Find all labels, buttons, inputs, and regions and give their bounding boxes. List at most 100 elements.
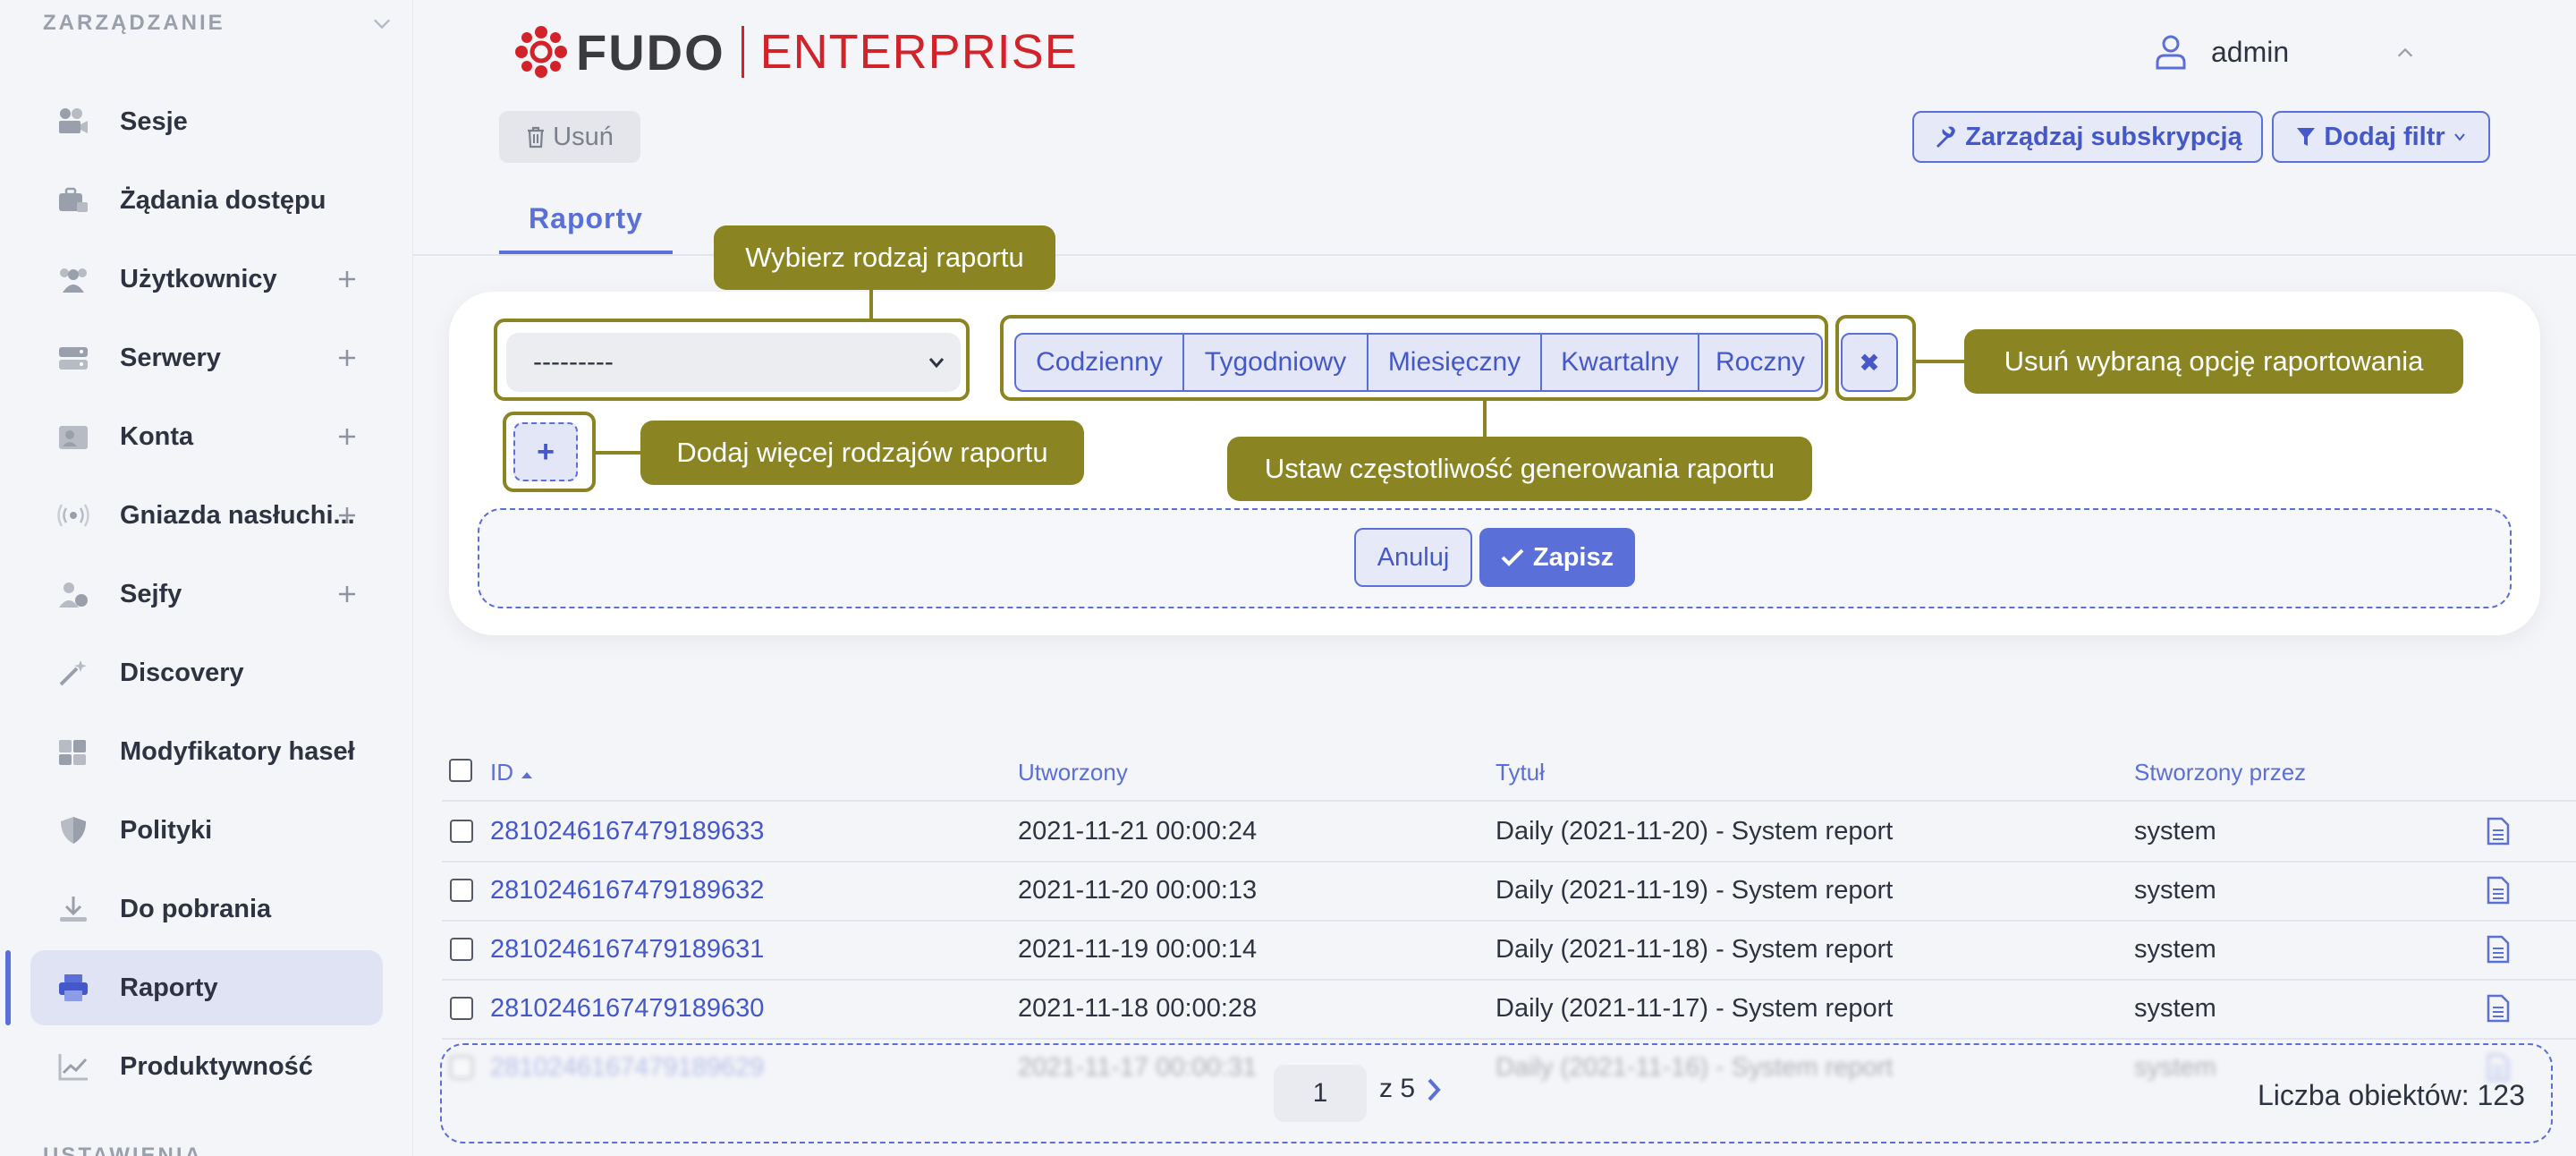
highlight-add <box>503 412 596 492</box>
row-created: 2021-11-21 00:00:24 <box>1018 817 1258 846</box>
column-header-id-label: ID <box>490 759 513 786</box>
sidebar-item-uzytkownicy[interactable]: Użytkownicy <box>30 242 383 317</box>
sidebar-item-label: Serwery <box>120 344 221 372</box>
trend-chart-icon <box>58 1054 88 1081</box>
account-card-icon <box>59 426 88 449</box>
document-icon[interactable] <box>2487 876 2510 905</box>
sidebar-item-discovery[interactable]: Discovery <box>30 635 383 710</box>
row-title: Daily (2021-11-19) - System report <box>1496 876 1894 905</box>
sidebar-item-polityki[interactable]: Polityki <box>30 793 383 868</box>
plus-icon[interactable] <box>335 345 360 370</box>
object-count: Liczba obiektów: 123 <box>2258 1079 2525 1111</box>
column-header-created[interactable]: Utworzony <box>1018 759 1128 786</box>
trash-icon <box>528 126 545 149</box>
plus-icon[interactable] <box>335 582 360 607</box>
logo-divider <box>741 26 744 78</box>
sidebar-section-title-settings[interactable]: USTAWIENIA <box>43 1143 203 1156</box>
sidebar-item-gniazda-nasluchujace[interactable]: Gniazda nasłuchi... <box>30 478 383 553</box>
sidebar-item-label: Modyfikatory haseł <box>120 737 355 766</box>
user-icon <box>2156 35 2186 70</box>
manage-subscription-button[interactable]: Zarządzaj subskrypcją <box>1912 111 2263 163</box>
column-header-title[interactable]: Tytuł <box>1496 759 1545 786</box>
sidebar-item-zadania-dostepu[interactable]: Żądania dostępu <box>30 163 383 238</box>
document-icon[interactable] <box>2487 817 2510 846</box>
sidebar-item-label: Discovery <box>120 659 244 687</box>
sidebar-section-header[interactable]: ZARZĄDZANIE <box>43 11 392 36</box>
user-menu[interactable]: admin <box>2154 34 2413 70</box>
row-checkbox[interactable] <box>450 997 473 1020</box>
pagination-area <box>440 1043 2553 1143</box>
row-created: 2021-11-18 00:00:28 <box>1018 994 1258 1023</box>
column-header-created-by[interactable]: Stworzony przez <box>2134 759 2306 786</box>
plus-icon[interactable] <box>335 267 360 292</box>
sidebar-item-sejfy[interactable]: Sejfy <box>30 557 383 632</box>
sidebar-item-label: Konta <box>120 422 194 451</box>
plus-icon[interactable] <box>335 424 360 449</box>
row-checkbox[interactable] <box>450 879 473 902</box>
sidebar-item-sesje[interactable]: Sesje <box>30 84 383 159</box>
fudo-logo[interactable]: FUDO ENTERPRISE <box>513 23 1078 81</box>
add-filter-label: Dodaj filtr <box>2324 122 2445 151</box>
server-icon <box>59 347 88 370</box>
next-page-icon[interactable] <box>1426 1077 1442 1102</box>
save-button-label: Zapisz <box>1532 542 1614 572</box>
sidebar-item-label: Żądania dostępu <box>120 186 326 215</box>
connector-line <box>869 290 873 320</box>
sidebar-item-serwery[interactable]: Serwery <box>30 320 383 395</box>
row-created: 2021-11-19 00:00:14 <box>1018 935 1258 964</box>
row-created: 2021-11-20 00:00:13 <box>1018 876 1258 905</box>
document-icon[interactable] <box>2487 935 2510 964</box>
puzzle-icon <box>59 740 86 765</box>
tab-reports[interactable]: Raporty <box>499 202 673 254</box>
delete-button-label: Usuń <box>553 122 614 151</box>
cancel-button[interactable]: Anuluj <box>1354 528 1472 587</box>
select-all-checkbox[interactable] <box>449 759 472 782</box>
sidebar-item-label: Użytkownicy <box>120 265 277 293</box>
row-checkbox[interactable] <box>450 938 473 961</box>
sidebar-section-title: ZARZĄDZANIE <box>43 11 225 35</box>
connector-line <box>1916 360 1966 363</box>
camera-icon <box>59 108 88 133</box>
chevron-up-icon <box>2397 47 2413 57</box>
row-id-link[interactable]: 2810246167479189633 <box>490 802 764 861</box>
shield-icon <box>61 817 86 844</box>
sidebar-item-raporty[interactable]: Raporty <box>30 950 383 1025</box>
row-created-by: system <box>2134 935 2216 964</box>
broadcast-icon <box>57 504 89 527</box>
row-id-link[interactable]: 2810246167479189630 <box>490 979 764 1038</box>
sidebar-item-do-pobrania[interactable]: Do pobrania <box>30 871 383 947</box>
row-id-link[interactable]: 2810246167479189631 <box>490 920 764 979</box>
sidebar-item-label: Raporty <box>120 973 218 1002</box>
sidebar-item-produktywnosc[interactable]: Produktywność <box>30 1029 383 1104</box>
page-number-input[interactable]: 1 <box>1274 1065 1367 1122</box>
highlight-remove <box>1835 315 1916 401</box>
user-safe-icon <box>59 582 88 608</box>
table-row[interactable]: 2810246167479189633 2021-11-21 00:00:24 … <box>442 802 2576 861</box>
sidebar-item-label: Produktywność <box>120 1052 313 1081</box>
table-row[interactable]: 2810246167479189630 2021-11-18 00:00:28 … <box>442 979 2576 1038</box>
table-row[interactable]: 2810246167479189632 2021-11-20 00:00:13 … <box>442 861 2576 920</box>
row-title: Daily (2021-11-20) - System report <box>1496 817 1894 846</box>
row-title: Daily (2021-11-18) - System report <box>1496 935 1894 964</box>
table-row[interactable]: 2810246167479189631 2021-11-19 00:00:14 … <box>442 920 2576 979</box>
magic-wand-icon <box>59 660 87 686</box>
wrench-icon <box>1936 126 1956 148</box>
add-filter-button[interactable]: Dodaj filtr <box>2272 111 2490 163</box>
sidebar-item-modyfikatory-hasel[interactable]: Modyfikatory haseł <box>30 714 383 789</box>
row-checkbox[interactable] <box>450 820 473 843</box>
logo-enterprise-text: ENTERPRISE <box>759 25 1078 79</box>
check-icon <box>1501 548 1524 566</box>
download-icon <box>60 897 87 922</box>
sidebar-item-label: Do pobrania <box>120 895 272 923</box>
document-icon[interactable] <box>2487 994 2510 1023</box>
users-icon <box>60 268 87 293</box>
sidebar-item-konta[interactable]: Konta <box>30 399 383 474</box>
row-id-link[interactable]: 2810246167479189632 <box>490 861 764 920</box>
chevron-down-icon <box>2453 133 2465 141</box>
save-button[interactable]: Zapisz <box>1479 528 1635 587</box>
plus-icon[interactable] <box>335 503 360 528</box>
callout-remove-option: Usuń wybraną opcję raportowania <box>1964 329 2463 394</box>
delete-button[interactable]: Usuń <box>499 111 640 163</box>
column-header-id[interactable]: ID <box>490 759 534 786</box>
callout-add-more: Dodaj więcej rodzajów raportu <box>640 421 1084 485</box>
